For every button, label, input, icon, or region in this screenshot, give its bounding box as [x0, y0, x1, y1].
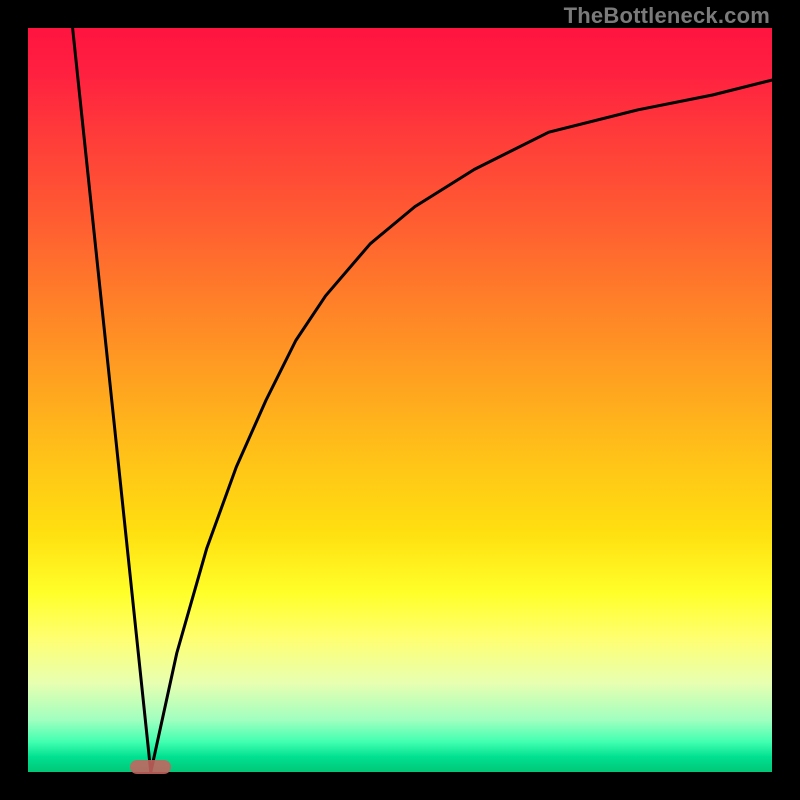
plot-area — [28, 28, 772, 772]
watermark-text: TheBottleneck.com — [564, 3, 770, 29]
chart-frame: TheBottleneck.com — [0, 0, 800, 800]
minimum-marker — [130, 760, 171, 774]
curve-right-branch — [151, 80, 772, 772]
curve-left-branch — [73, 28, 151, 772]
curve-layer — [28, 28, 772, 772]
